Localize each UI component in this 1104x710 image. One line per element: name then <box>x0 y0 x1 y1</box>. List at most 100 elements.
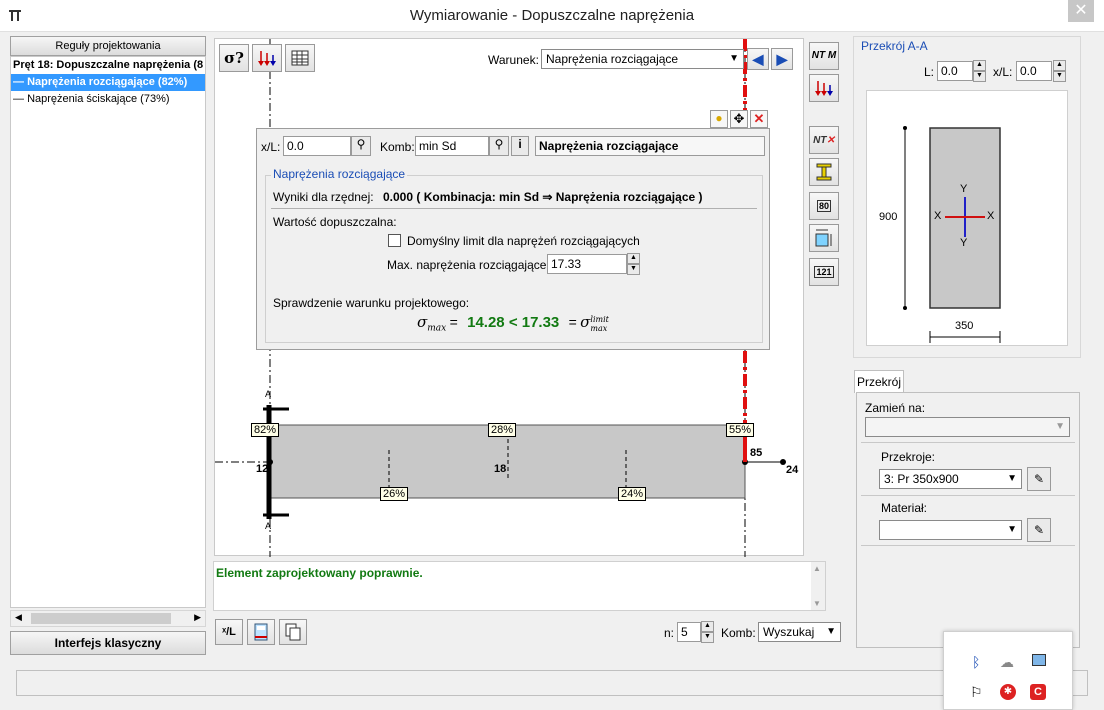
scroll-down-icon[interactable]: ▼ <box>813 599 821 608</box>
tree-item-tension[interactable]: — Naprężenia rozciągające (82%) <box>11 74 205 91</box>
rules-button[interactable]: Reguły projektowania <box>10 36 206 56</box>
xl-button[interactable]: ˣ/L <box>215 619 243 645</box>
app-tray-icon[interactable]: C <box>1030 684 1046 700</box>
section-mark-top: A <box>265 389 272 399</box>
sections-select[interactable]: 3: Pr 350x900 ▼ <box>879 469 1022 489</box>
dialog-xl-input[interactable]: 0.0 <box>283 136 351 156</box>
l-spin-up-icon[interactable]: ▲ <box>973 60 986 71</box>
section-size-icon <box>815 229 832 247</box>
height-dimension: 900 <box>879 211 898 223</box>
classic-interface-button[interactable]: Interfejs klasyczny <box>10 631 206 655</box>
arrows-down-icon <box>258 51 276 66</box>
status-message: Element zaprojektowany poprawnie. <box>216 566 423 580</box>
n-input[interactable]: 5 <box>677 622 701 642</box>
sigma-icon: σ? <box>224 49 244 67</box>
tree-item-compression[interactable]: — Naprężenia ściskające (73%) <box>11 91 205 108</box>
search-komb-icon[interactable]: ⚲ <box>489 136 509 156</box>
calculator-icon <box>254 623 268 641</box>
edit-icon: ✎ <box>1033 472 1045 486</box>
ntm-button[interactable]: NT M <box>809 42 839 70</box>
replace-select[interactable]: ▼ <box>865 417 1070 437</box>
n-spin-down-icon[interactable]: ▼ <box>701 632 714 643</box>
dim80-button[interactable]: 80 <box>809 192 839 220</box>
nt-cross-button[interactable]: NT✕ <box>809 126 839 154</box>
scroll-up-icon[interactable]: ▲ <box>813 564 821 573</box>
tree-item-member[interactable]: Pręt 18: Dopuszczalne naprężenia (8 <box>11 57 205 74</box>
scroll-left-icon[interactable]: ◀ <box>15 612 22 623</box>
xl-icon: ˣ/L <box>222 626 236 638</box>
chevron-down-icon: ▼ <box>826 626 836 637</box>
bottom-komb-value: Wyszukaj <box>763 625 815 639</box>
section-size-button[interactable] <box>809 224 839 252</box>
tree-horizontal-scrollbar[interactable]: ◀ ▶ <box>10 610 206 627</box>
formula-eq2: = <box>568 314 577 330</box>
copy-button[interactable] <box>279 619 307 645</box>
ratio-label-24: 24% <box>618 487 647 501</box>
sections-label: Przekroje: <box>881 450 936 464</box>
copy-icon <box>285 623 301 641</box>
status-bar <box>16 670 1088 696</box>
divider <box>271 208 757 209</box>
dialog-header-field: Naprężenia rozciągające <box>535 136 765 156</box>
numbering-button[interactable]: 121 <box>809 258 839 286</box>
formula-value: 14.28 < 17.33 <box>467 314 560 331</box>
bluetooth-icon[interactable]: ᛒ <box>972 654 980 670</box>
chevron-down-icon: ▼ <box>1055 421 1065 432</box>
spin-up-icon[interactable]: ▲ <box>627 253 640 264</box>
width-dimension: 350 <box>955 320 974 332</box>
load-arrows-button[interactable] <box>252 44 282 72</box>
n-spin-up-icon[interactable]: ▲ <box>701 621 714 632</box>
section-tab-panel: Zamień na: ▼ Przekroje: 3: Pr 350x900 ▼ … <box>856 392 1080 648</box>
side-loads-button[interactable] <box>809 74 839 102</box>
dim80-icon: 80 <box>816 200 831 212</box>
dialog-close-icon[interactable]: ✕ <box>750 110 768 128</box>
n-label: n: <box>664 626 675 640</box>
section-title: Przekrój A-A <box>861 39 928 53</box>
xl-spin-up-icon[interactable]: ▲ <box>1053 60 1066 71</box>
dialog-komb-label: Komb: <box>380 140 415 154</box>
cloud-icon[interactable]: ☁ <box>1000 654 1014 671</box>
edit-material-button[interactable]: ✎ <box>1027 518 1051 542</box>
antivirus-icon[interactable]: ✱ <box>1000 684 1016 700</box>
move-icon[interactable]: ✥ <box>730 110 748 128</box>
monitor-icon[interactable] <box>1032 654 1046 666</box>
result-text: 0.000 ( Kombinacja: min Sd ⇒ Naprężenia … <box>383 190 703 204</box>
section-l-input[interactable]: 0.0 <box>937 61 973 81</box>
info-icon[interactable]: i <box>511 136 529 156</box>
divider <box>861 495 1075 496</box>
pin-icon[interactable]: ● <box>710 110 728 128</box>
close-button[interactable]: ✕ <box>1068 0 1094 22</box>
node-85: 85 <box>750 447 763 459</box>
calculator-button[interactable] <box>247 619 275 645</box>
ntx-label: NT <box>813 134 827 146</box>
allowed-label: Wartość dopuszczalna: <box>273 215 397 229</box>
dialog-komb-input[interactable]: min Sd <box>415 136 489 156</box>
title-bar: Wymiarowanie - Dopuszczalne naprężenia ✕ <box>0 0 1104 32</box>
xl-spin-down-icon[interactable]: ▼ <box>1053 71 1066 82</box>
search-icon[interactable]: ⚲ <box>351 136 371 156</box>
section-view: 900 350 Y Y X X <box>866 90 1068 346</box>
l-spin-down-icon[interactable]: ▼ <box>973 71 986 82</box>
table-button[interactable] <box>285 44 315 72</box>
material-select[interactable]: ▼ <box>879 520 1022 540</box>
scroll-right-icon[interactable]: ▶ <box>194 612 201 623</box>
design-formula: σmax = 14.28 < 17.33 = σ limit max <box>417 313 717 341</box>
next-button[interactable]: ▶ <box>771 48 793 70</box>
flag-icon[interactable]: ⚐ <box>970 684 983 701</box>
stress-type-button[interactable]: σ? <box>219 44 249 72</box>
scroll-thumb[interactable] <box>31 613 171 624</box>
condition-label: Warunek: <box>488 53 539 67</box>
condition-select[interactable]: Naprężenia rozciągające ▼ <box>541 49 744 69</box>
max-input[interactable]: 17.33 <box>547 254 627 274</box>
message-scrollbar[interactable]: ▲ ▼ <box>811 562 825 610</box>
section-xl-input[interactable]: 0.0 <box>1016 61 1052 81</box>
prev-button[interactable]: ◀ <box>747 48 769 70</box>
default-limit-checkbox[interactable] <box>388 234 401 247</box>
spin-down-icon[interactable]: ▼ <box>627 264 640 275</box>
arrow-left-icon: ◀ <box>752 50 764 67</box>
axis-x-right: X <box>987 210 995 222</box>
ibeam-button[interactable] <box>809 158 839 186</box>
edit-section-button[interactable]: ✎ <box>1027 467 1051 491</box>
tab-section[interactable]: Przekrój <box>854 370 904 393</box>
bottom-komb-select[interactable]: Wyszukaj ▼ <box>758 622 841 642</box>
